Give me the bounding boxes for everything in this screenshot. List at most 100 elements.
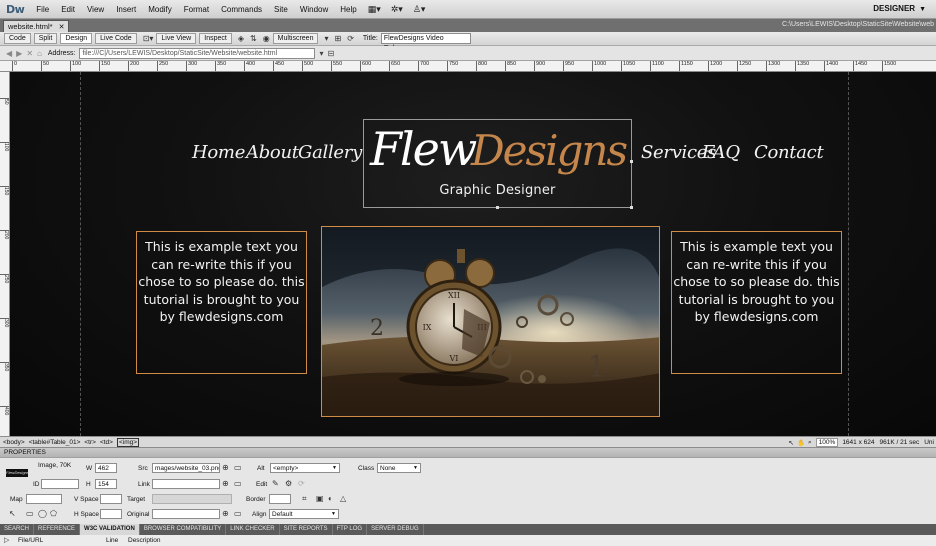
- update-icon[interactable]: ⟳: [298, 479, 305, 488]
- menu-commands[interactable]: Commands: [215, 5, 268, 14]
- link-field[interactable]: [152, 479, 220, 489]
- menu-format[interactable]: Format: [178, 5, 215, 14]
- vspace-field[interactable]: [100, 494, 122, 504]
- code-view-button[interactable]: Code: [4, 33, 31, 44]
- select-tool-icon[interactable]: ↖: [789, 439, 794, 447]
- chevron-down-icon[interactable]: ▾: [324, 34, 328, 43]
- polygon-hotspot-icon[interactable]: ⬠: [50, 509, 57, 518]
- home-icon[interactable]: ⌂: [37, 49, 42, 58]
- column-line[interactable]: Line: [106, 537, 118, 544]
- edit-image-icon[interactable]: ✎: [272, 479, 279, 488]
- original-field[interactable]: [152, 509, 220, 519]
- tab-w3c-validation[interactable]: W3C VALIDATION: [80, 524, 140, 535]
- design-canvas[interactable]: Home About Gallery Flew Designs Graphic …: [10, 72, 936, 436]
- src-field[interactable]: mages/website_03.png: [152, 463, 220, 473]
- point-to-file-icon[interactable]: ⊕: [222, 463, 229, 472]
- live-view-button[interactable]: Live View: [156, 33, 197, 44]
- target-select[interactable]: [152, 494, 232, 504]
- browse-folder-icon[interactable]: ▭: [234, 509, 242, 518]
- close-icon[interactable]: ✕: [59, 23, 65, 31]
- menu-site[interactable]: Site: [268, 5, 294, 14]
- preview-icon[interactable]: ◉: [263, 34, 270, 43]
- width-field[interactable]: 462: [95, 463, 117, 473]
- live-view-options-icon[interactable]: ⊟: [328, 49, 335, 58]
- menu-file[interactable]: File: [30, 5, 55, 14]
- tab-server-debug[interactable]: SERVER DEBUG: [367, 524, 424, 535]
- menu-window[interactable]: Window: [294, 5, 334, 14]
- class-select[interactable]: None ▼: [377, 463, 421, 473]
- id-field[interactable]: [41, 479, 79, 489]
- menu-modify[interactable]: Modify: [142, 5, 178, 14]
- zoom-select[interactable]: 100%: [815, 438, 839, 447]
- nav-link-contact[interactable]: Contact: [754, 142, 824, 163]
- height-field[interactable]: 154: [95, 479, 117, 489]
- inspect-mode-icon[interactable]: ⊡▾: [143, 34, 154, 43]
- resize-handle[interactable]: [630, 206, 633, 209]
- layout-icon[interactable]: ▦▾: [363, 4, 386, 15]
- tag-body[interactable]: <body>: [3, 439, 25, 446]
- brightness-icon[interactable]: ◐: [328, 494, 333, 503]
- browse-folder-icon[interactable]: ▭: [234, 479, 242, 488]
- validate-play-icon[interactable]: ▷: [4, 536, 9, 544]
- right-text-box[interactable]: This is example text you can re-write th…: [671, 231, 842, 374]
- forward-icon[interactable]: ▶: [16, 49, 22, 58]
- tab-ftp-log[interactable]: FTP LOG: [333, 524, 368, 535]
- refresh-icon[interactable]: ⟳: [347, 34, 354, 43]
- crop-icon[interactable]: ⌗: [302, 494, 307, 504]
- nav-link-faq[interactable]: FAQ: [702, 142, 740, 163]
- point-to-file-icon[interactable]: ⊕: [222, 509, 229, 518]
- left-text-box[interactable]: This is example text you can re-write th…: [136, 231, 307, 374]
- pointer-hotspot-icon[interactable]: ↖: [9, 509, 16, 518]
- column-file-url[interactable]: File/URL: [18, 537, 43, 544]
- document-tab[interactable]: website.html* ✕: [3, 20, 70, 32]
- site-logo[interactable]: Flew Designs Graphic Designer: [363, 119, 633, 209]
- tab-search[interactable]: SEARCH: [0, 524, 35, 535]
- browse-folder-icon[interactable]: ▭: [234, 463, 242, 472]
- circle-hotspot-icon[interactable]: ◯: [38, 509, 47, 518]
- split-view-button[interactable]: Split: [33, 33, 58, 44]
- map-field[interactable]: [26, 494, 62, 504]
- tab-browser-compatibility[interactable]: BROWSER COMPATIBILITY: [140, 524, 227, 535]
- border-field[interactable]: [269, 494, 291, 504]
- zoom-tool-icon[interactable]: ⌕: [808, 439, 812, 447]
- tag-td[interactable]: <td>: [100, 439, 113, 446]
- file-management-icon[interactable]: ⇅: [250, 34, 257, 43]
- browser-preview-icon[interactable]: ◈: [238, 34, 244, 43]
- nav-link-home[interactable]: Home: [192, 142, 245, 163]
- window-size[interactable]: 1641 x 624: [842, 439, 874, 446]
- tag-table[interactable]: <table#Table_01>: [29, 439, 81, 446]
- stop-icon[interactable]: ✕: [26, 49, 33, 58]
- rect-hotspot-icon[interactable]: ▭: [26, 509, 34, 518]
- column-description[interactable]: Description: [128, 537, 161, 544]
- tag-tr[interactable]: <tr>: [84, 439, 96, 446]
- live-code-button[interactable]: Live Code: [95, 33, 137, 44]
- align-select[interactable]: Default ▼: [269, 509, 339, 519]
- page-title-input[interactable]: FlewDesigns Video Release: [380, 33, 471, 52]
- hand-tool-icon[interactable]: ✋: [797, 439, 805, 447]
- hero-image[interactable]: 2 1 XII III VI IX: [321, 226, 660, 417]
- multiscreen-button[interactable]: Multiscreen: [272, 33, 319, 44]
- tab-link-checker[interactable]: LINK CHECKER: [226, 524, 280, 535]
- sharpen-icon[interactable]: △: [340, 494, 346, 503]
- alt-select[interactable]: <empty> ▼: [270, 463, 340, 473]
- workspace-switcher[interactable]: DESIGNER ▼: [873, 4, 926, 13]
- menu-insert[interactable]: Insert: [110, 5, 142, 14]
- tag-img[interactable]: <img>: [116, 437, 140, 447]
- nav-link-about[interactable]: About: [246, 142, 299, 163]
- gear-icon[interactable]: ✲▾: [386, 4, 408, 15]
- inspect-button[interactable]: Inspect: [199, 33, 232, 44]
- menu-edit[interactable]: Edit: [55, 5, 81, 14]
- address-input[interactable]: file:///C|/Users/LEWIS/Desktop/StaticSit…: [79, 47, 316, 59]
- tab-site-reports[interactable]: SITE REPORTS: [280, 524, 333, 535]
- optimize-icon[interactable]: ⚙: [285, 479, 292, 488]
- menu-help[interactable]: Help: [334, 5, 362, 14]
- nav-link-gallery[interactable]: Gallery: [298, 142, 362, 163]
- menu-view[interactable]: View: [81, 5, 110, 14]
- resize-handle[interactable]: [630, 160, 633, 163]
- resize-handle[interactable]: [496, 206, 499, 209]
- design-view-button[interactable]: Design: [60, 33, 93, 44]
- user-icon[interactable]: ♙▾: [408, 4, 431, 15]
- visual-aids-icon[interactable]: ⊞: [334, 34, 341, 43]
- resample-icon[interactable]: ▣: [316, 494, 324, 503]
- properties-header[interactable]: PROPERTIES: [0, 447, 936, 457]
